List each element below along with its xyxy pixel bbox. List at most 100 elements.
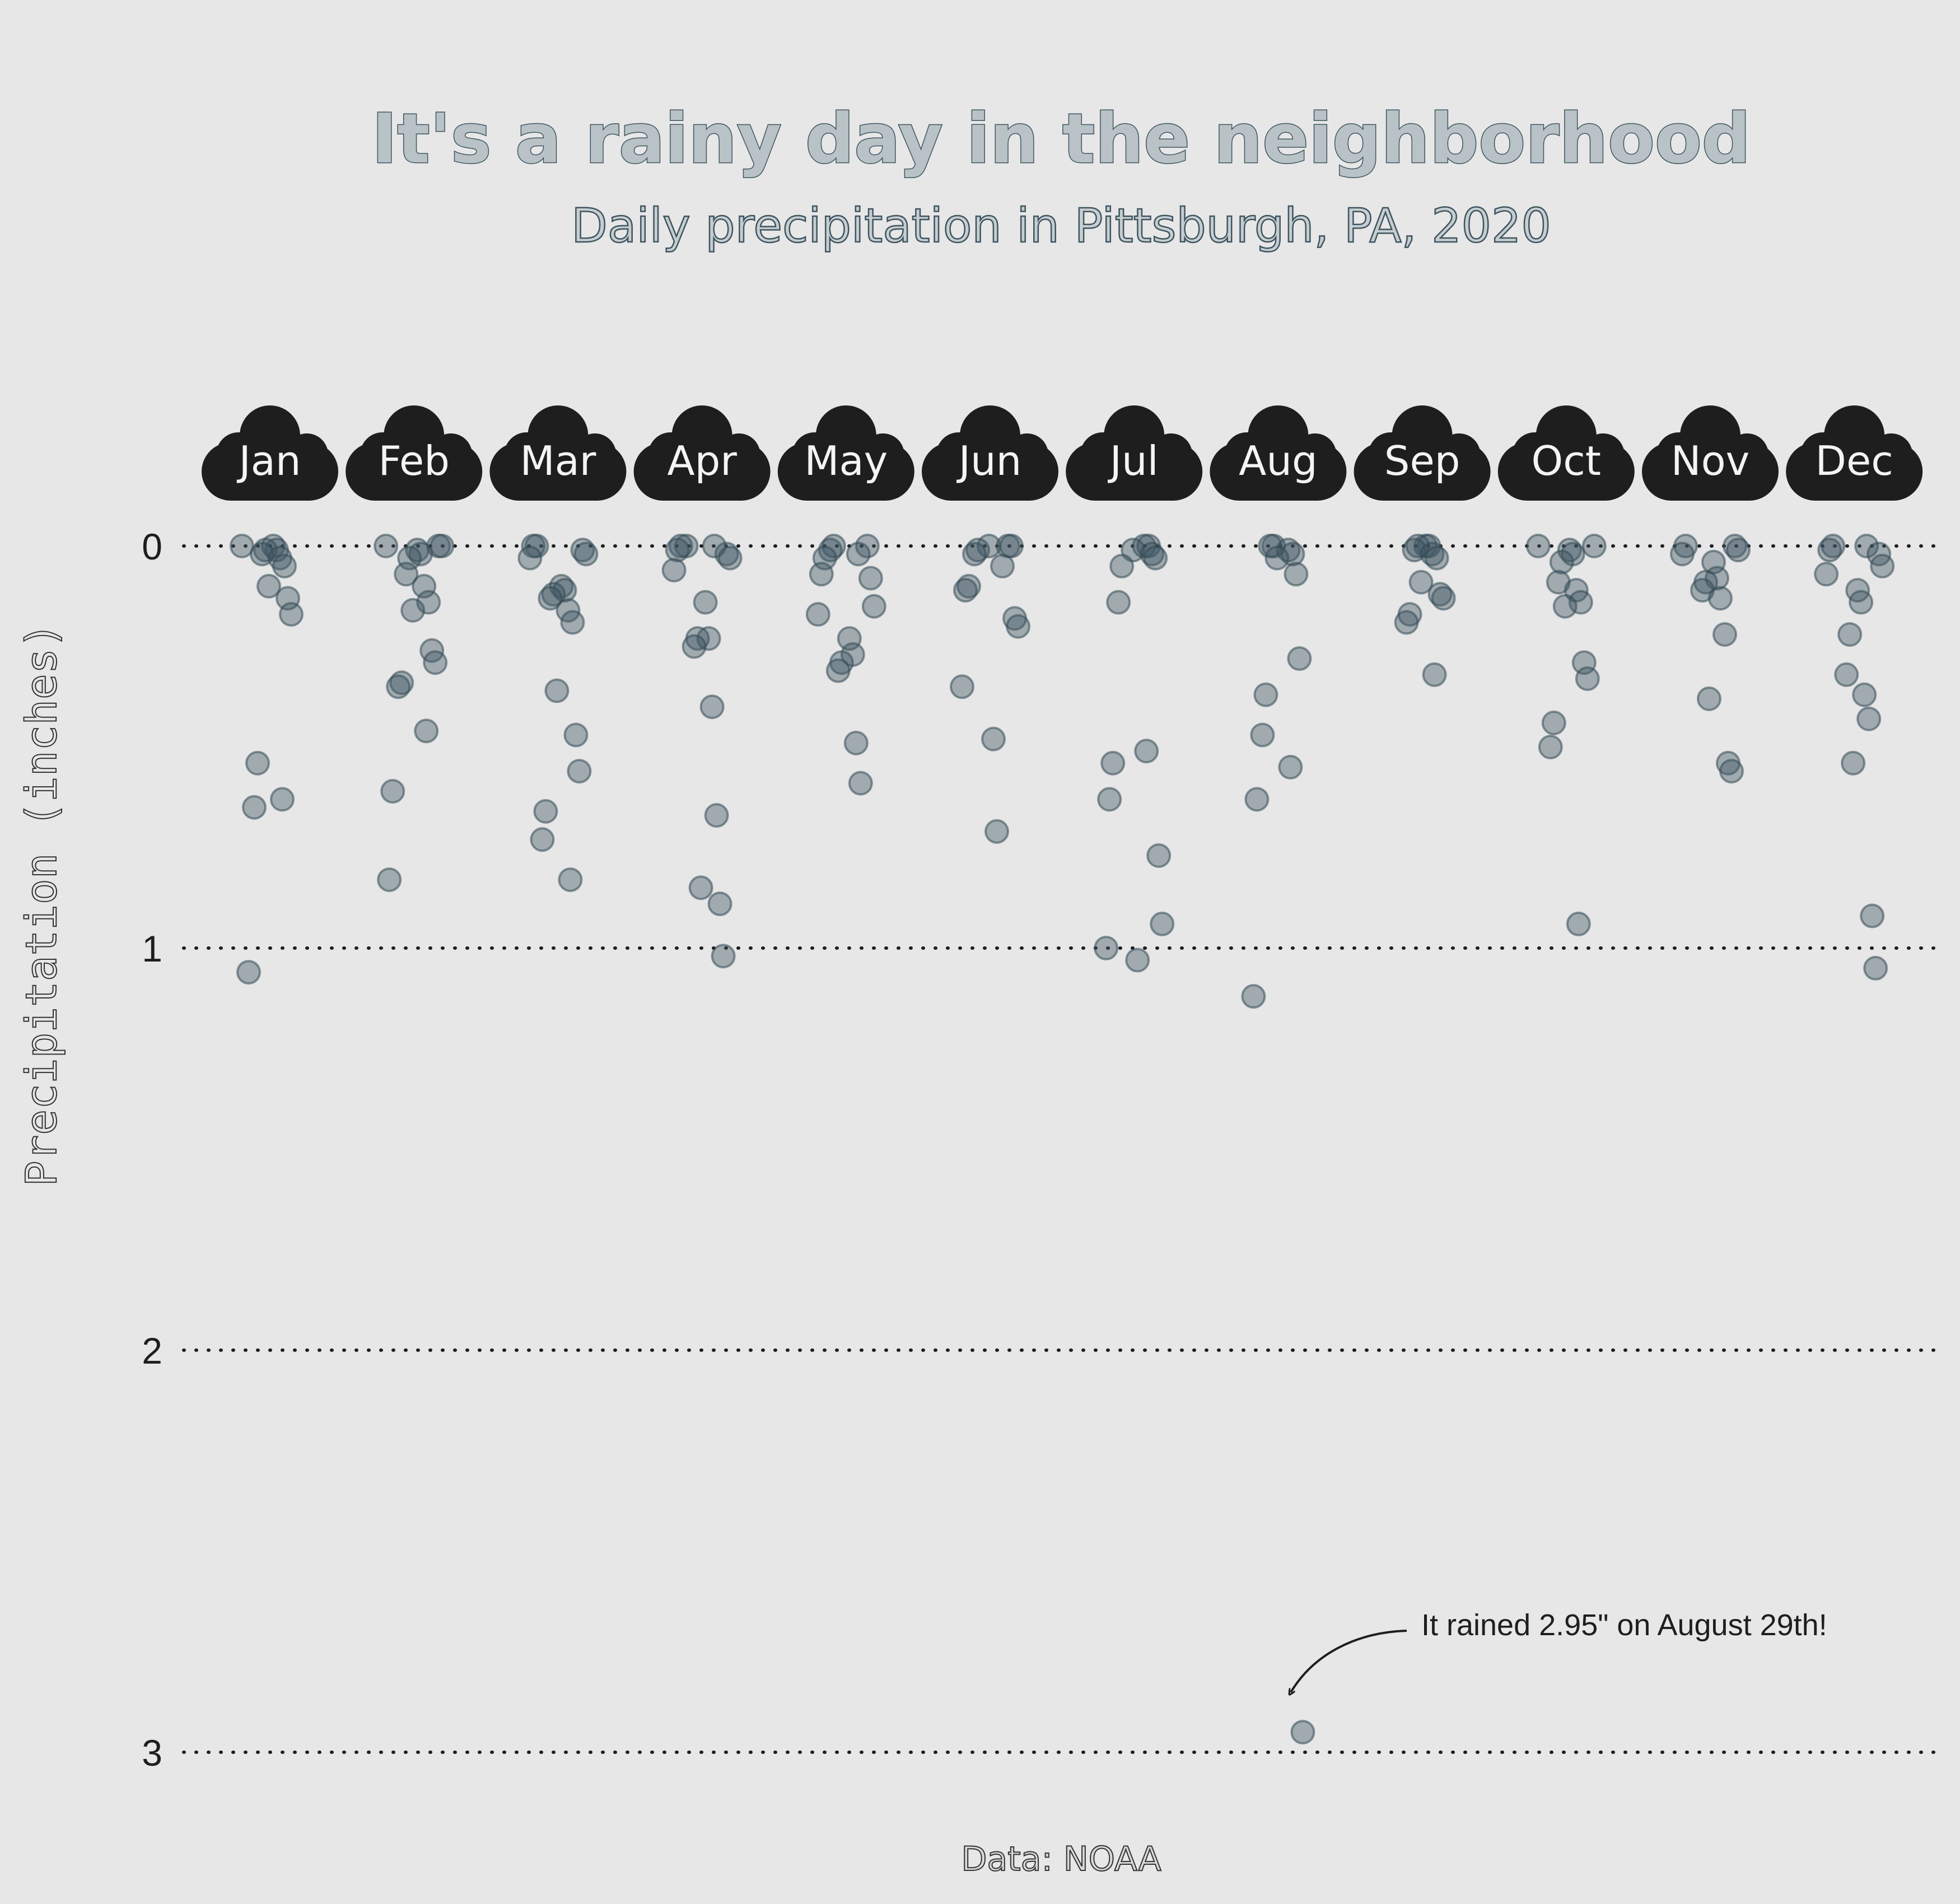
- data-point: [1150, 911, 1175, 936]
- month-label: Oct: [1532, 437, 1602, 484]
- month-label: Aug: [1239, 437, 1318, 484]
- data-point: [230, 534, 254, 558]
- data-point: [1670, 542, 1695, 567]
- month-label: Apr: [667, 437, 737, 484]
- data-point: [1814, 562, 1839, 587]
- month-label: Dec: [1816, 437, 1893, 484]
- month-label: Feb: [378, 437, 449, 484]
- data-point: [1244, 787, 1270, 812]
- data-point: [1581, 534, 1607, 558]
- data-point: [1109, 553, 1135, 578]
- data-point: [533, 799, 558, 824]
- data-point: [1837, 622, 1863, 647]
- data-point: [1422, 662, 1447, 687]
- data-point: [1817, 538, 1842, 563]
- data-point: [517, 545, 543, 571]
- data-point: [1431, 586, 1456, 611]
- data-point: [1566, 911, 1591, 936]
- precipitation-chart: It's a rainy day in the neighborhood Dai…: [16, 99, 1936, 1879]
- data-point: [846, 542, 871, 567]
- data-point: [848, 771, 873, 796]
- data-point: [693, 590, 718, 615]
- data-point: [1849, 590, 1874, 615]
- month-cloud-jan: Jan: [202, 405, 338, 501]
- data-point: [1575, 666, 1600, 691]
- data-point: [861, 594, 886, 619]
- y-tick-label: 2: [142, 1330, 162, 1371]
- data-point: [1290, 1720, 1315, 1745]
- gridlines: [182, 544, 1936, 1754]
- month-label: Mar: [520, 437, 596, 484]
- month-cloud-may: May: [777, 405, 914, 501]
- data-point: [1860, 903, 1885, 928]
- data-point: [1143, 545, 1168, 571]
- data-point: [1241, 984, 1266, 1009]
- data-point: [984, 819, 1009, 844]
- data-point: [1541, 710, 1566, 735]
- data-point: [717, 545, 743, 571]
- data-point: [1278, 754, 1303, 780]
- chart-title: It's a rainy day in the neighborhood: [372, 99, 1751, 179]
- month-cloud-oct: Oct: [1497, 405, 1635, 501]
- data-point: [699, 694, 725, 720]
- data-point: [990, 553, 1015, 578]
- month-cloud-apr: Apr: [633, 405, 771, 501]
- y-tick-label: 1: [142, 928, 162, 969]
- data-point: [236, 960, 261, 985]
- data-point: [858, 566, 883, 591]
- data-point: [711, 944, 736, 969]
- data-point: [558, 867, 583, 892]
- annotation: It rained 2.95" on August 29th!: [1291, 1608, 1827, 1692]
- month-clouds: Jan Feb Mar Apr May Jun Jul Aug Sep Oct Nov Dec: [202, 405, 1923, 501]
- data-point: [1538, 735, 1563, 759]
- data-point: [843, 730, 869, 755]
- data-point: [1726, 538, 1751, 563]
- data-point: [377, 867, 402, 892]
- data-point: [1552, 594, 1578, 619]
- data-point: [242, 795, 267, 820]
- y-tick-label: 3: [142, 1732, 162, 1774]
- month-label: Nov: [1671, 437, 1750, 484]
- data-point: [688, 875, 713, 900]
- data-point: [704, 803, 729, 828]
- month-cloud-jul: Jul: [1066, 405, 1203, 501]
- data-point: [1863, 955, 1888, 981]
- data-point: [1094, 936, 1119, 960]
- month-label: Jun: [956, 437, 1022, 484]
- data-point: [1852, 682, 1877, 707]
- data-point: [1834, 662, 1859, 687]
- data-point: [400, 598, 426, 623]
- y-tick-label: 0: [142, 526, 162, 567]
- data-point: [530, 827, 555, 852]
- data-point: [1424, 545, 1449, 571]
- data-point: [380, 778, 405, 804]
- data-point: [1146, 843, 1172, 868]
- data-point: [707, 892, 732, 917]
- data-point: [1253, 682, 1278, 707]
- data-point: [567, 759, 592, 784]
- data-point: [1712, 622, 1737, 647]
- data-point: [1125, 948, 1150, 973]
- data-point: [414, 718, 439, 744]
- month-cloud-jun: Jun: [922, 405, 1058, 501]
- data-point: [560, 610, 585, 635]
- month-label: Jul: [1108, 437, 1159, 484]
- y-axis-label: Precipitation (inches): [16, 623, 66, 1187]
- data-point: [272, 553, 297, 578]
- data-point: [386, 674, 411, 699]
- data-point: [1250, 722, 1275, 748]
- data-point: [573, 542, 599, 567]
- data-point: [1719, 759, 1744, 784]
- data-point: [374, 534, 399, 558]
- data-point: [245, 750, 270, 776]
- data-point: [1100, 750, 1126, 776]
- data-point: [1870, 553, 1895, 578]
- data-point: [682, 634, 707, 659]
- month-label: May: [804, 437, 888, 484]
- data-point: [1697, 686, 1721, 711]
- month-cloud-mar: Mar: [489, 405, 627, 501]
- y-axis-ticks: 0 1 2 3: [142, 526, 162, 1774]
- data-point: [430, 534, 455, 558]
- data-point: [544, 678, 570, 703]
- data-point: [1394, 610, 1419, 635]
